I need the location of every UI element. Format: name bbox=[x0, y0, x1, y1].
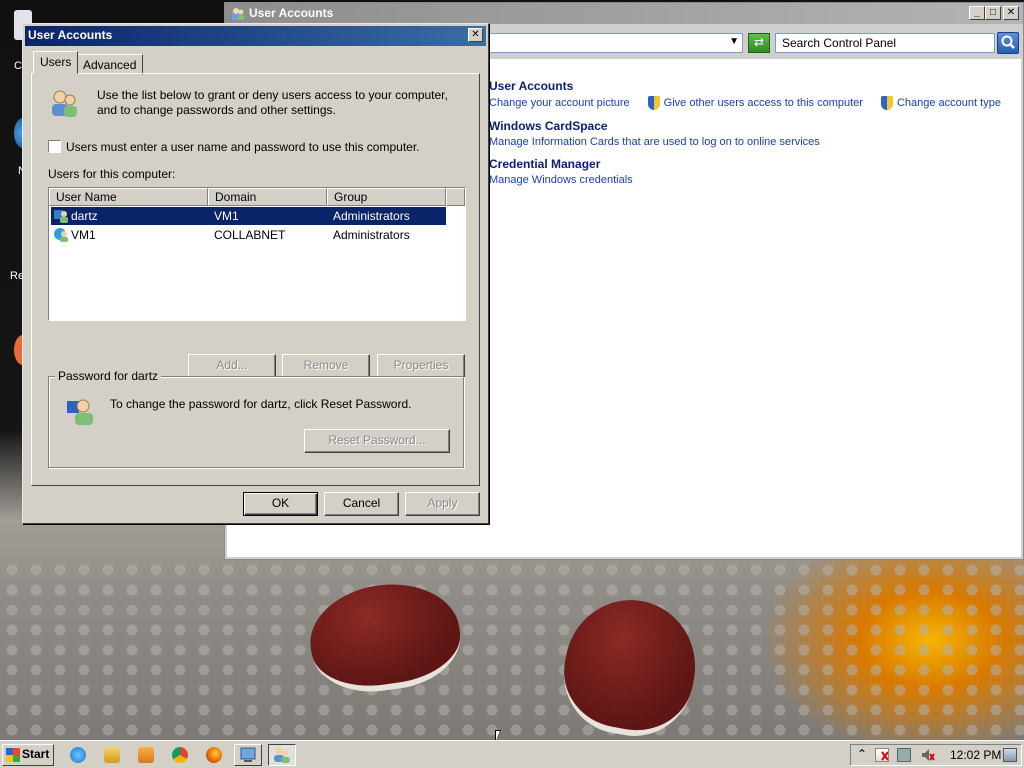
volume-muted-icon[interactable] bbox=[921, 748, 935, 762]
password-group-label: Password for dartz bbox=[55, 369, 162, 383]
cell-group: Administrators bbox=[333, 209, 410, 223]
cell-group: Administrators bbox=[333, 228, 410, 242]
search-icon bbox=[1001, 35, 1015, 49]
chrome-icon[interactable] bbox=[172, 747, 188, 763]
users-list[interactable]: User Name Domain Group dartz VM1 Adminis… bbox=[48, 187, 466, 321]
minimize-button[interactable]: _ bbox=[969, 6, 985, 20]
tab-users[interactable]: Users bbox=[33, 51, 79, 74]
domain-user-icon bbox=[53, 227, 69, 243]
desktop-icon-label: C bbox=[14, 60, 22, 72]
ok-button[interactable]: OK bbox=[243, 492, 318, 516]
user-accounts-icon bbox=[230, 6, 245, 21]
firefox-icon[interactable] bbox=[206, 747, 222, 763]
reset-password-button[interactable]: Reset Password... bbox=[304, 429, 450, 453]
uac-shield-icon bbox=[647, 96, 660, 110]
dialog-title: User Accounts bbox=[28, 28, 113, 42]
chevron-down-icon[interactable]: ▼ bbox=[729, 36, 739, 47]
password-groupbox: Password for dartz To change the passwor… bbox=[48, 369, 464, 468]
network-icon[interactable] bbox=[897, 748, 911, 762]
user-accounts-icon bbox=[274, 747, 290, 763]
must-login-label[interactable]: Users must enter a user name and passwor… bbox=[66, 140, 420, 154]
column-header-user-name[interactable]: User Name bbox=[49, 188, 208, 206]
show-hidden-icon[interactable]: ⌃ bbox=[855, 748, 869, 762]
search-button[interactable] bbox=[997, 32, 1019, 54]
close-button[interactable]: ✕ bbox=[1003, 6, 1019, 20]
ie-icon[interactable] bbox=[70, 747, 86, 763]
explorer-icon[interactable] bbox=[104, 747, 120, 763]
users-icon bbox=[48, 88, 80, 120]
maximize-button[interactable]: □ bbox=[985, 6, 1001, 20]
cancel-button[interactable]: Cancel bbox=[324, 492, 399, 516]
control-panel-title: User Accounts bbox=[249, 6, 334, 20]
uac-shield-icon bbox=[880, 96, 893, 110]
table-row[interactable]: VM1 COLLABNET Administrators bbox=[51, 226, 446, 244]
apply-button[interactable]: Apply bbox=[405, 492, 480, 516]
cell-domain: VM1 bbox=[214, 209, 239, 223]
cell-domain: COLLABNET bbox=[214, 228, 286, 242]
taskbar-user-accounts-button[interactable] bbox=[268, 744, 296, 766]
intro-line-1: Use the list below to grant or deny user… bbox=[97, 88, 448, 102]
link-change-picture[interactable]: Change your account picture bbox=[489, 97, 630, 109]
link-give-access[interactable]: Give other users access to this computer bbox=[664, 97, 863, 109]
control-panel-titlebar[interactable]: User Accounts _ □ ✕ bbox=[225, 3, 1023, 24]
link-manage-cards[interactable]: Manage Information Cards that are used t… bbox=[489, 136, 820, 148]
start-button[interactable]: Start bbox=[2, 744, 54, 766]
must-login-checkbox[interactable] bbox=[48, 140, 61, 153]
link-change-account-type[interactable]: Change account type bbox=[897, 97, 1001, 109]
add-user-button[interactable]: Add... bbox=[188, 354, 276, 378]
show-desktop-icon[interactable] bbox=[1003, 748, 1017, 762]
section-links: Manage Windows credentials bbox=[489, 174, 633, 186]
intro-line-2: and to change passwords and other settin… bbox=[97, 103, 336, 117]
start-label: Start bbox=[22, 747, 50, 761]
address-input[interactable]: ▼ bbox=[489, 33, 743, 53]
section-links: Manage Information Cards that are used t… bbox=[489, 136, 820, 148]
taskbar: Start ⌃ 12:02 PM bbox=[0, 740, 1024, 768]
section-cardspace: Windows CardSpace Manage Information Car… bbox=[489, 119, 820, 148]
column-header-group[interactable]: Group bbox=[327, 188, 446, 206]
column-header-filler bbox=[446, 188, 465, 206]
password-text: To change the password for dartz, click … bbox=[110, 397, 412, 411]
clock[interactable]: 12:02 PM bbox=[950, 745, 1001, 765]
close-button[interactable]: ✕ bbox=[468, 28, 483, 42]
tab-advanced[interactable]: Advanced bbox=[76, 54, 144, 75]
section-heading[interactable]: Windows CardSpace bbox=[489, 119, 820, 133]
section-user-accounts: User Accounts Change your account pictur… bbox=[489, 79, 1001, 110]
action-center-icon[interactable] bbox=[875, 748, 889, 762]
cell-user-name: VM1 bbox=[71, 228, 96, 242]
remove-user-button[interactable]: Remove bbox=[282, 354, 370, 378]
media-player-icon[interactable] bbox=[138, 747, 154, 763]
users-list-label: Users for this computer: bbox=[48, 167, 176, 181]
section-heading[interactable]: Credential Manager bbox=[489, 157, 633, 171]
dialog-titlebar[interactable]: User Accounts ✕ bbox=[25, 26, 486, 46]
taskbar-control-panel-button[interactable] bbox=[234, 744, 262, 766]
refresh-button[interactable]: ⇄ bbox=[748, 33, 770, 53]
table-row[interactable]: dartz VM1 Administrators bbox=[51, 207, 446, 225]
wallpaper-lego-texture bbox=[0, 560, 1024, 740]
cell-user-name: dartz bbox=[71, 209, 98, 223]
section-credential-manager: Credential Manager Manage Windows creden… bbox=[489, 157, 633, 186]
properties-button[interactable]: Properties bbox=[377, 354, 465, 378]
control-panel-icon bbox=[240, 747, 256, 762]
section-heading[interactable]: User Accounts bbox=[489, 79, 1001, 93]
users-tab-panel: Use the list below to grant or deny user… bbox=[31, 73, 480, 486]
section-links: Change your account picture Give other u… bbox=[489, 96, 1001, 110]
search-input[interactable]: Search Control Panel bbox=[775, 33, 995, 53]
user-icon bbox=[53, 208, 69, 224]
windows-logo-icon bbox=[6, 748, 20, 762]
system-tray: ⌃ 12:02 PM bbox=[850, 744, 1022, 766]
user-key-icon bbox=[65, 395, 97, 427]
user-accounts-dialog: User Accounts ✕ Users Advanced Use the l… bbox=[22, 23, 489, 524]
column-header-domain[interactable]: Domain bbox=[208, 188, 327, 206]
link-manage-credentials[interactable]: Manage Windows credentials bbox=[489, 174, 633, 186]
